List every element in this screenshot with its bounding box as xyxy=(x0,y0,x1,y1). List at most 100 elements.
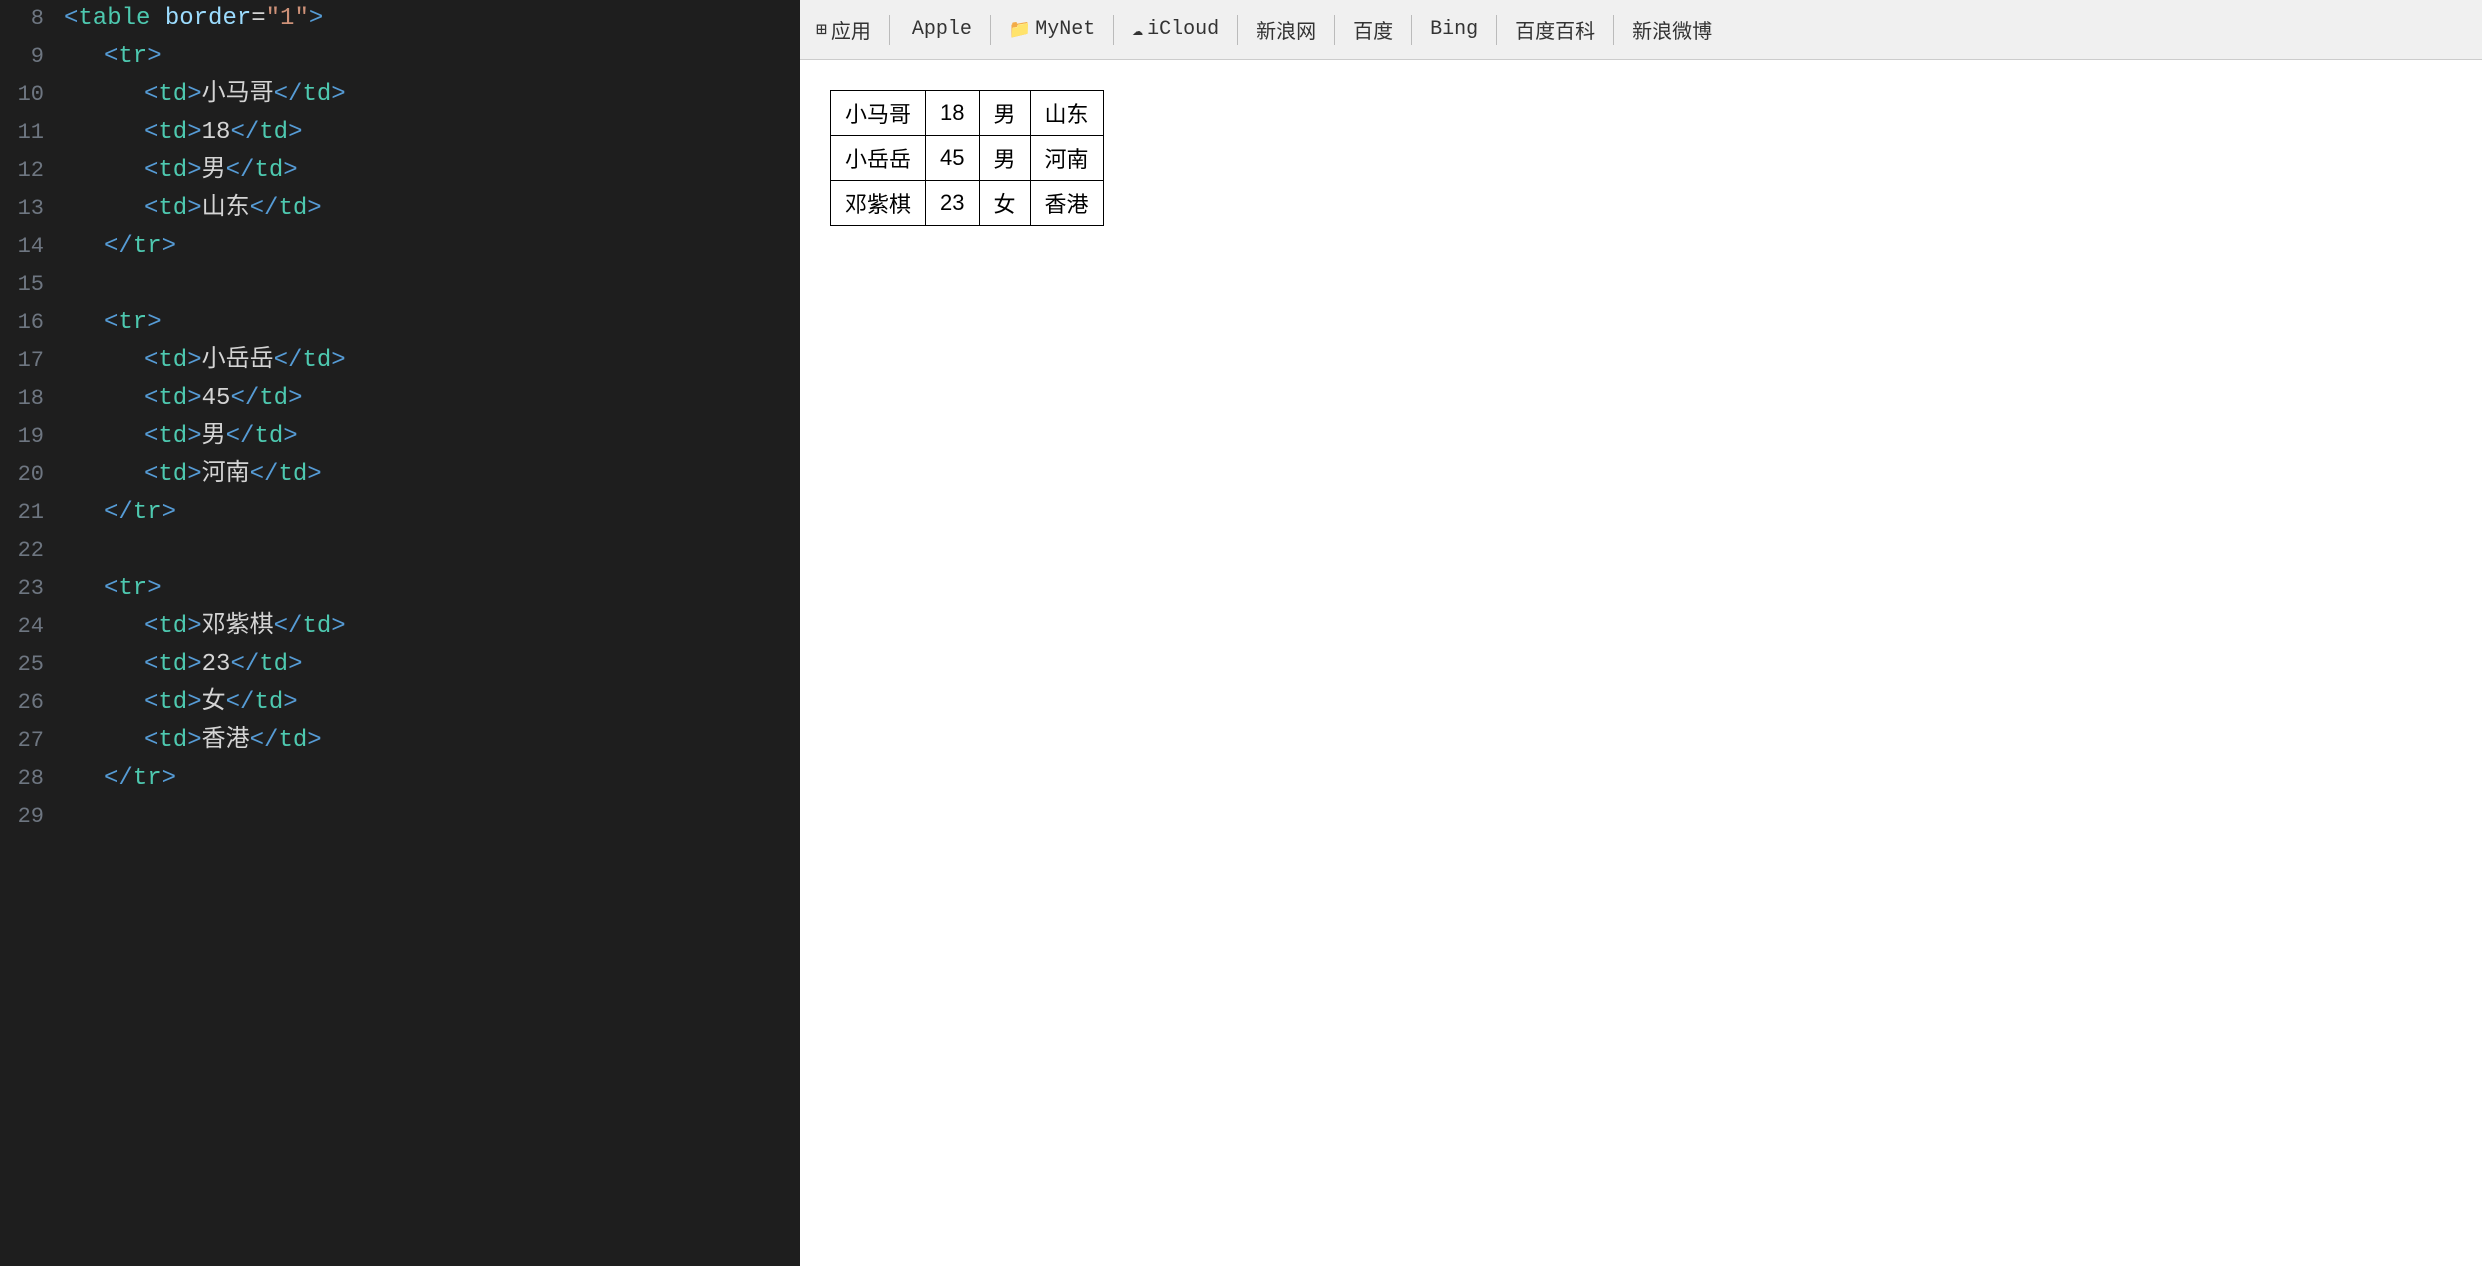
code-line: 25<td>23</td> xyxy=(0,646,800,684)
table-cell: 河南 xyxy=(1030,136,1103,181)
toolbar-item-百度[interactable]: 百度 xyxy=(1353,15,1393,45)
tag-bracket-token: > xyxy=(307,727,321,754)
code-line: 15 xyxy=(0,266,800,304)
tag-bracket-token: < xyxy=(144,157,158,184)
tag-bracket-token: </ xyxy=(226,157,255,184)
apps-icon: ⊞ xyxy=(816,19,827,41)
code-line: 27<td>香港</td> xyxy=(0,722,800,760)
line-number: 16 xyxy=(0,304,60,342)
tag-name-token: td xyxy=(302,81,331,108)
tag-bracket-token: < xyxy=(144,461,158,488)
tag-bracket-token: > xyxy=(187,119,201,146)
tag-bracket-token: > xyxy=(187,347,201,374)
editor-pane: 8<table border="1">9<tr>10<td>小马哥</td>11… xyxy=(0,0,800,1266)
line-number: 20 xyxy=(0,456,60,494)
line-content: <table border="1"> xyxy=(60,0,800,38)
toolbar-item-iCloud[interactable]: ☁iCloud xyxy=(1132,18,1219,41)
tag-bracket-token: > xyxy=(147,575,161,602)
tag-name-token: tr xyxy=(133,765,162,792)
tag-bracket-token: > xyxy=(283,423,297,450)
tag-bracket-token: < xyxy=(144,689,158,716)
line-number: 26 xyxy=(0,684,60,722)
tag-bracket-token: > xyxy=(187,613,201,640)
toolbar-divider xyxy=(1334,15,1335,45)
tag-name-token: td xyxy=(158,423,187,450)
table-row: 小马哥18男山东 xyxy=(831,91,1104,136)
tag-bracket-token: > xyxy=(187,651,201,678)
toolbar-item-MyNet[interactable]: 📁MyNet xyxy=(1009,18,1095,41)
line-number: 24 xyxy=(0,608,60,646)
tag-bracket-token: > xyxy=(187,727,201,754)
line-number: 25 xyxy=(0,646,60,684)
tag-bracket-token: </ xyxy=(104,765,133,792)
folder-icon: 📁 xyxy=(1009,19,1031,41)
toolbar-item-Apple[interactable]: Apple xyxy=(908,18,972,41)
tag-bracket-token: </ xyxy=(230,385,259,412)
tag-bracket-token: </ xyxy=(104,233,133,260)
table-row: 小岳岳45男河南 xyxy=(831,136,1104,181)
tag-name-token: tr xyxy=(133,499,162,526)
code-line: 29 xyxy=(0,798,800,836)
table-cell: 女 xyxy=(979,181,1030,226)
tag-bracket-token: > xyxy=(187,195,201,222)
tag-bracket-token: < xyxy=(144,727,158,754)
code-line: 23<tr> xyxy=(0,570,800,608)
tag-bracket-token: > xyxy=(187,385,201,412)
code-line: 10<td>小马哥</td> xyxy=(0,76,800,114)
toolbar-item-应用[interactable]: ⊞应用 xyxy=(816,15,871,45)
tag-name-token: td xyxy=(254,423,283,450)
tag-bracket-token: < xyxy=(144,385,158,412)
tag-bracket-token: < xyxy=(144,613,158,640)
tag-bracket-token: </ xyxy=(226,689,255,716)
tag-name-token: td xyxy=(302,613,331,640)
toolbar-divider xyxy=(1613,15,1614,45)
text-content-token: = xyxy=(251,5,265,32)
toolbar-item-新浪微博[interactable]: 新浪微博 xyxy=(1632,15,1712,45)
line-number: 13 xyxy=(0,190,60,228)
tag-name-token: td xyxy=(259,385,288,412)
table-cell: 45 xyxy=(926,136,979,181)
toolbar-item-label: 应用 xyxy=(831,15,871,45)
tag-bracket-token: > xyxy=(147,309,161,336)
tag-name-token: td xyxy=(158,727,187,754)
tag-name-token: td xyxy=(278,727,307,754)
toolbar-item-百度百科[interactable]: 百度百科 xyxy=(1515,15,1595,45)
code-line: 11<td>18</td> xyxy=(0,114,800,152)
code-line: 18<td>45</td> xyxy=(0,380,800,418)
line-number: 12 xyxy=(0,152,60,190)
tag-bracket-token: > xyxy=(147,43,161,70)
line-content: <td>男</td> xyxy=(60,152,800,190)
toolbar-item-新浪网[interactable]: 新浪网 xyxy=(1256,15,1316,45)
tag-name-token: td xyxy=(158,461,187,488)
tag-name-token: tr xyxy=(118,575,147,602)
line-number: 10 xyxy=(0,76,60,114)
line-number: 8 xyxy=(0,0,60,38)
text-content-token: 河南 xyxy=(202,461,250,488)
line-number: 27 xyxy=(0,722,60,760)
toolbar-item-Bing[interactable]: Bing xyxy=(1430,18,1478,41)
toolbar-divider xyxy=(1237,15,1238,45)
tag-name-token: tr xyxy=(118,43,147,70)
tag-bracket-token: > xyxy=(288,651,302,678)
code-line: 9<tr> xyxy=(0,38,800,76)
code-line: 19<td>男</td> xyxy=(0,418,800,456)
code-line: 8<table border="1"> xyxy=(0,0,800,38)
tag-name-token: table xyxy=(78,5,150,32)
code-line: 13<td>山东</td> xyxy=(0,190,800,228)
line-content: </tr> xyxy=(60,228,800,266)
toolbar-item-label: 新浪网 xyxy=(1256,15,1316,45)
icloud-icon: ☁ xyxy=(1132,19,1143,41)
table-cell: 23 xyxy=(926,181,979,226)
tag-bracket-token: > xyxy=(331,81,345,108)
line-content: <td>小马哥</td> xyxy=(60,76,800,114)
line-number: 17 xyxy=(0,342,60,380)
line-content: <tr> xyxy=(60,38,800,76)
tag-bracket-token: > xyxy=(288,385,302,412)
tag-name-token: td xyxy=(278,461,307,488)
attr-value-token: "1" xyxy=(266,5,309,32)
text-content-token: 小岳岳 xyxy=(202,347,274,374)
text-content-token: 小马哥 xyxy=(202,81,274,108)
text-content-token: 18 xyxy=(202,119,231,146)
tag-bracket-token: < xyxy=(144,119,158,146)
tag-bracket-token: > xyxy=(187,157,201,184)
